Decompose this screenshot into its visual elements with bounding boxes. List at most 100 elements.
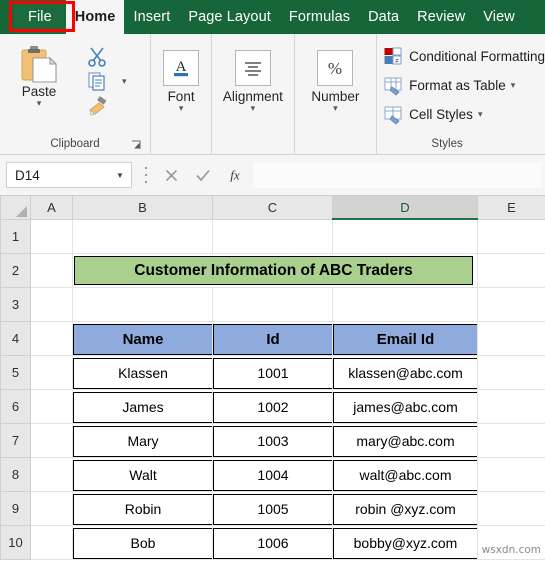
- cell-styles-caret-icon[interactable]: ▾: [478, 109, 483, 120]
- cell-d4[interactable]: Email Id: [332, 321, 478, 356]
- paste-dropdown-caret-icon[interactable]: ▾: [37, 99, 42, 108]
- cell-b2-merged-title[interactable]: Customer Information of ABC Traders: [72, 253, 478, 288]
- cell-e8[interactable]: [477, 457, 545, 492]
- alignment-button[interactable]: [234, 50, 271, 86]
- cell-c7[interactable]: 1003: [212, 423, 333, 458]
- row-header-6[interactable]: 6: [0, 389, 31, 424]
- cell-e7[interactable]: [477, 423, 545, 458]
- font-button[interactable]: A: [163, 50, 200, 86]
- cell-d3[interactable]: [332, 287, 478, 322]
- ribbon-tab-formulas[interactable]: Formulas: [280, 0, 359, 34]
- row-header-1[interactable]: 1: [0, 218, 31, 254]
- cell-b1[interactable]: [72, 219, 213, 254]
- number-button[interactable]: %: [317, 50, 354, 86]
- cell-d6[interactable]: james@abc.com: [332, 389, 478, 424]
- dialog-launcher-icon[interactable]: [131, 140, 142, 151]
- column-header-e[interactable]: E: [477, 196, 545, 220]
- cell-e2[interactable]: [477, 253, 545, 288]
- row-header-7[interactable]: 7: [0, 423, 31, 458]
- cell-e1[interactable]: [477, 219, 545, 254]
- column-header-c[interactable]: C: [212, 196, 333, 220]
- ribbon-tab-data[interactable]: Data: [359, 0, 408, 34]
- format-as-table-caret-icon[interactable]: ▾: [511, 80, 516, 91]
- cell-b8[interactable]: Walt: [72, 457, 213, 492]
- cell-a8[interactable]: [30, 457, 73, 492]
- ribbon-group-styles: ≠ Conditional Formatting Format as Table…: [376, 34, 545, 154]
- cell-b10[interactable]: Bob: [72, 525, 213, 560]
- column-header-b[interactable]: B: [72, 196, 213, 220]
- column-header-d[interactable]: D: [332, 196, 478, 220]
- ribbon-tab-view[interactable]: View: [474, 0, 524, 34]
- font-dropdown-caret-icon[interactable]: ▾: [179, 104, 184, 113]
- cell-b5[interactable]: Klassen: [72, 355, 213, 390]
- enter-button[interactable]: [187, 162, 219, 188]
- conditional-formatting-button[interactable]: ≠ Conditional Formatting: [383, 43, 545, 69]
- cell-styles-button[interactable]: Cell Styles ▾: [383, 101, 482, 127]
- select-all-corner-button[interactable]: [0, 196, 31, 220]
- cell-a6[interactable]: [30, 389, 73, 424]
- ribbon-tab-insert[interactable]: Insert: [124, 0, 179, 34]
- formula-bar-separator: [144, 167, 147, 183]
- ribbon-tab-review[interactable]: Review: [408, 0, 474, 34]
- ribbon-tab-file[interactable]: File: [14, 0, 66, 34]
- cell-e5[interactable]: [477, 355, 545, 390]
- format-painter-button[interactable]: [78, 94, 150, 118]
- cell-e4[interactable]: [477, 321, 545, 356]
- cell-b9[interactable]: Robin: [72, 491, 213, 526]
- table-cell-name: Bob: [73, 527, 213, 559]
- cell-d10[interactable]: bobby@xyz.com: [332, 525, 478, 560]
- paste-button[interactable]: Paste ▾: [0, 38, 78, 108]
- cell-c1[interactable]: [212, 219, 333, 254]
- row-header-9[interactable]: 9: [0, 491, 31, 526]
- cell-c5[interactable]: 1001: [212, 355, 333, 390]
- cell-a3[interactable]: [30, 287, 73, 322]
- cell-d7[interactable]: mary@abc.com: [332, 423, 478, 458]
- cell-b4[interactable]: Name: [72, 321, 213, 356]
- row-header-8[interactable]: 8: [0, 457, 31, 492]
- ribbon-tab-page-layout[interactable]: Page Layout: [179, 0, 280, 34]
- insert-function-button[interactable]: fx: [219, 162, 251, 188]
- row-header-4[interactable]: 4: [0, 321, 31, 356]
- number-dropdown-caret-icon[interactable]: ▾: [333, 104, 338, 113]
- cell-a7[interactable]: [30, 423, 73, 458]
- cut-button[interactable]: [78, 44, 150, 68]
- cell-e3[interactable]: [477, 287, 545, 322]
- cell-c10[interactable]: 1006: [212, 525, 333, 560]
- cell-b7[interactable]: Mary: [72, 423, 213, 458]
- cell-c9[interactable]: 1005: [212, 491, 333, 526]
- ribbon-tab-home[interactable]: Home: [65, 0, 125, 34]
- cell-a5[interactable]: [30, 355, 73, 390]
- cell-e9[interactable]: [477, 491, 545, 526]
- cell-d8[interactable]: walt@abc.com: [332, 457, 478, 492]
- row-header-5[interactable]: 5: [0, 355, 31, 390]
- cell-a9[interactable]: [30, 491, 73, 526]
- cell-a10[interactable]: [30, 525, 73, 560]
- cell-a2[interactable]: [30, 253, 73, 288]
- cell-c6[interactable]: 1002: [212, 389, 333, 424]
- copy-dropdown-caret-icon[interactable]: ▾: [122, 77, 127, 86]
- row-header-2[interactable]: 2: [0, 253, 31, 288]
- cell-c8[interactable]: 1004: [212, 457, 333, 492]
- cell-c4[interactable]: Id: [212, 321, 333, 356]
- cell-a4[interactable]: [30, 321, 73, 356]
- cell-e6[interactable]: [477, 389, 545, 424]
- cell-d1[interactable]: [332, 219, 478, 254]
- row-header-10[interactable]: 10: [0, 525, 31, 560]
- name-box-dropdown-caret-icon[interactable]: ▼: [109, 171, 131, 180]
- alignment-dropdown-caret-icon[interactable]: ▾: [251, 104, 256, 113]
- cell-b3[interactable]: [72, 287, 213, 322]
- row-header-3[interactable]: 3: [0, 287, 31, 322]
- cell-b6[interactable]: James: [72, 389, 213, 424]
- name-box[interactable]: D14 ▼: [6, 162, 132, 188]
- cell-d5[interactable]: klassen@abc.com: [332, 355, 478, 390]
- format-as-table-button[interactable]: Format as Table ▾: [383, 72, 515, 98]
- column-header-a[interactable]: A: [30, 196, 73, 220]
- copy-button[interactable]: ▾: [78, 69, 150, 93]
- format-as-table-label: Format as Table: [409, 77, 506, 93]
- cell-c3[interactable]: [212, 287, 333, 322]
- cell-a1[interactable]: [30, 219, 73, 254]
- table-cell-email: robin @xyz.com: [333, 493, 478, 525]
- cancel-button[interactable]: [155, 162, 187, 188]
- formula-input[interactable]: [253, 162, 542, 188]
- cell-d9[interactable]: robin @xyz.com: [332, 491, 478, 526]
